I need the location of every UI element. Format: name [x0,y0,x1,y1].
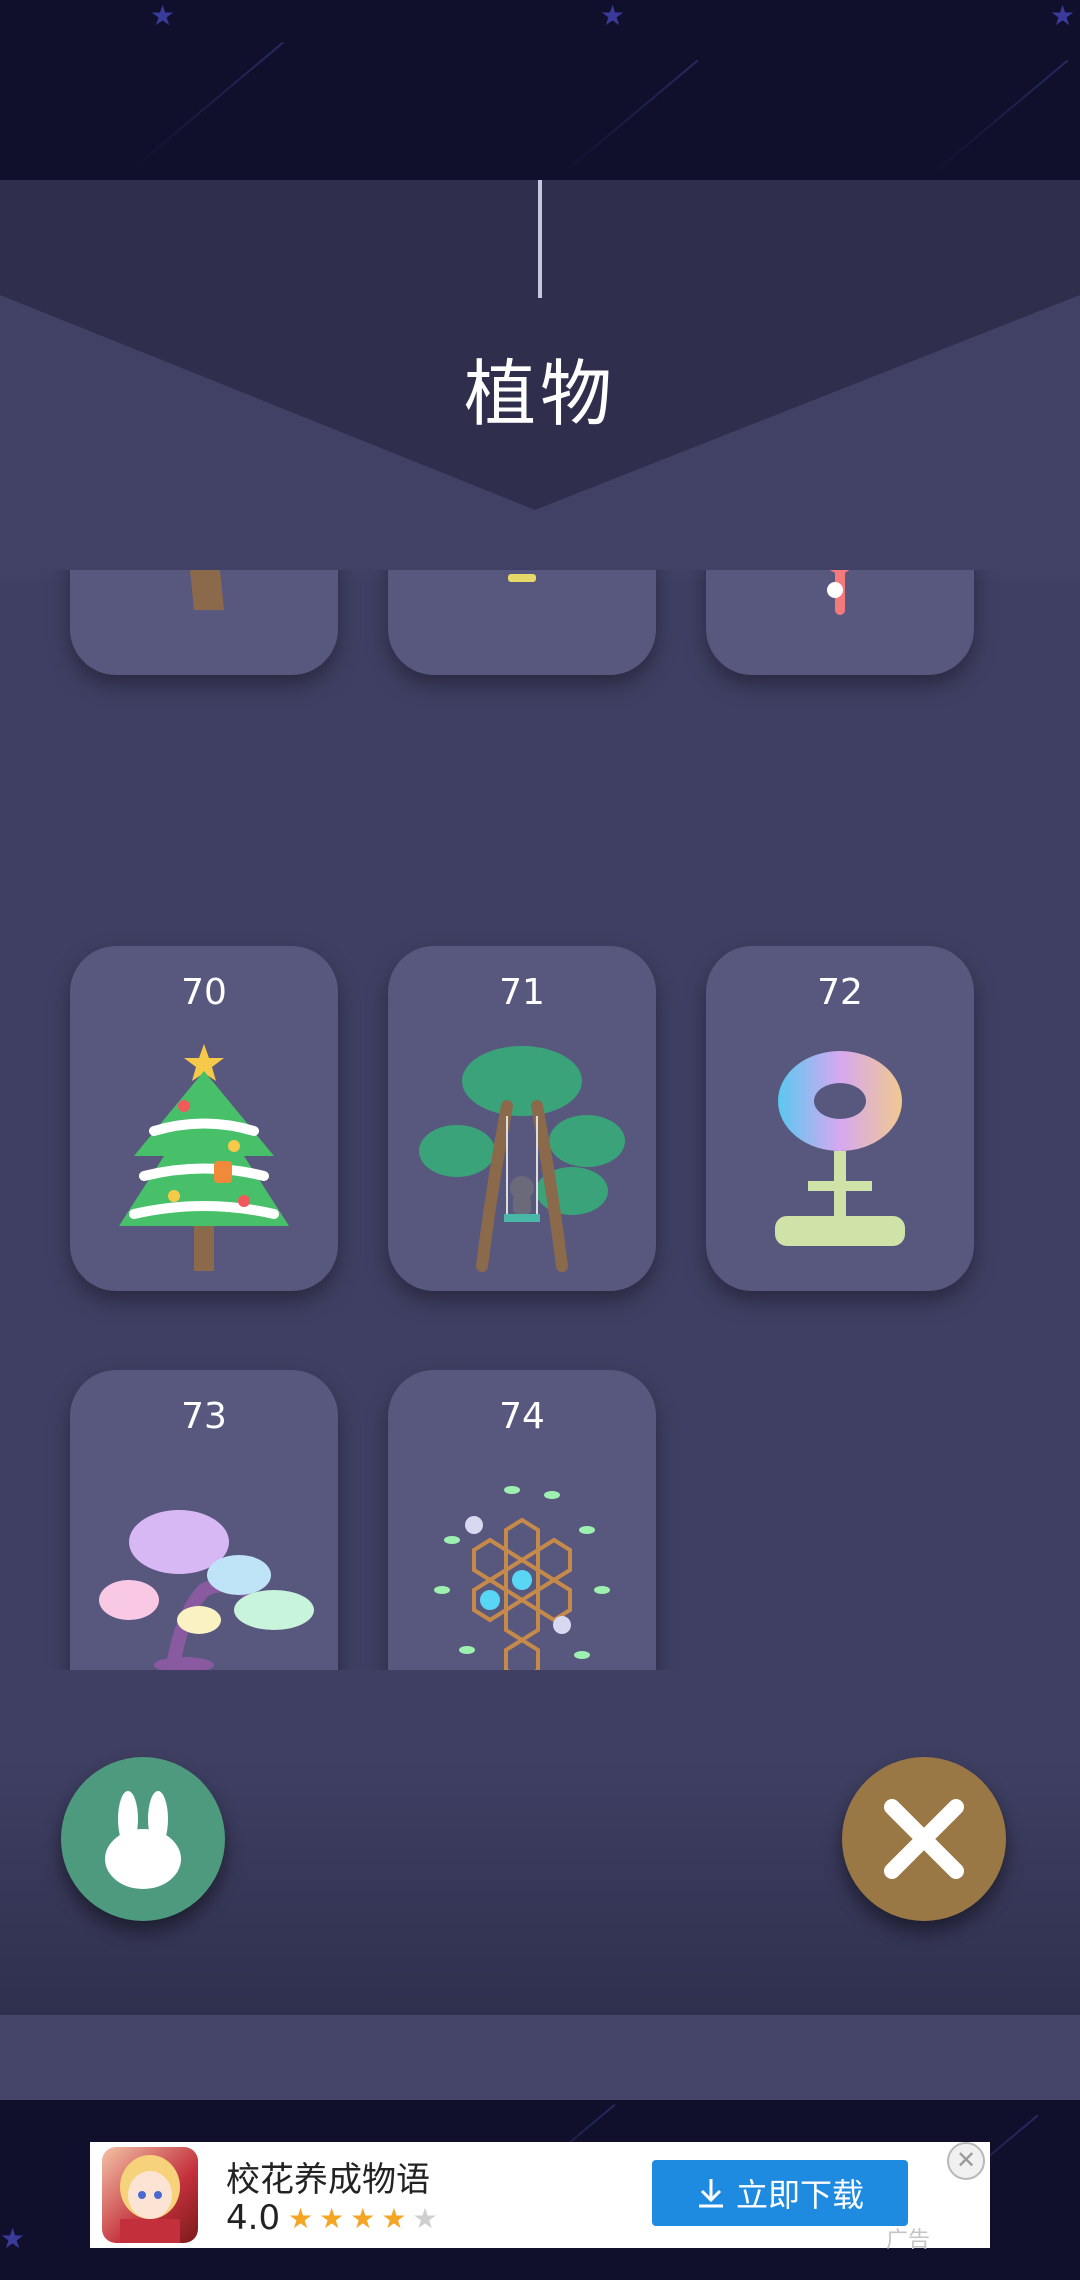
close-button[interactable] [842,1757,1006,1921]
palm-plant-icon [508,574,536,582]
starry-background-top: ★ ★ ★ [0,0,1080,180]
page-title: 植物 [463,352,616,436]
star-icon: ★ [350,2202,382,2235]
shooting-star [129,41,284,172]
tree-with-lights-icon [190,570,224,610]
plant-card-70[interactable]: 70 [70,946,338,1291]
ad-close-icon[interactable]: ✕ [947,2142,985,2180]
plant-card-73[interactable]: 73 [70,1370,338,1670]
plant-card-74[interactable]: 74 [388,1370,656,1670]
star-icon: ★ [381,2202,413,2235]
ad-label: 广告 [886,2228,931,2253]
swing-tree-icon [419,1046,625,1272]
rabbit-button[interactable] [61,1757,225,1921]
honeycomb-tree-icon [434,1486,610,1670]
plant-number: 74 [499,1396,545,1437]
shooting-star [559,59,699,177]
plant-number: 72 [817,972,863,1013]
star-icon: ★ [150,0,176,32]
ad-rating: 4.0 [226,2198,281,2238]
star-icon: ★ [600,0,626,32]
shooting-star [929,59,1069,177]
anime-girl-icon [120,2155,180,2243]
star-icon: ★ [1050,0,1076,32]
plants-panel: 植物 70 71 72 73 74 [0,180,1080,2015]
plant-number: 70 [181,972,227,1013]
plant-card-71[interactable]: 71 [388,946,656,1291]
panel-footer [0,2015,1080,2100]
coral-icon [827,570,850,615]
plant-card[interactable] [706,570,974,675]
plant-card[interactable] [70,570,338,675]
ad-rating-stars: ★★★★★ [288,2202,444,2235]
download-label: 立即下载 [735,2176,864,2214]
star-icon: ★ [412,2202,444,2235]
ad-banner[interactable]: 校花养成物语 4.0 ★★★★★ 立即下载 ✕ 广告 [90,2142,990,2253]
download-icon [698,2179,723,2208]
pixel-flower-icon [775,1051,905,1246]
star-icon: ★ [319,2202,351,2235]
cloud-bonsai-icon [99,1510,314,1670]
plant-number: 73 [181,1396,227,1437]
ad-app-icon[interactable] [102,2147,198,2243]
christmas-tree-icon [119,1044,289,1271]
plant-number: 71 [499,972,545,1013]
close-icon [884,1799,964,1879]
plant-card[interactable] [388,570,656,675]
ad-app-name: 校花养成物语 [226,2160,430,2200]
rabbit-icon [105,1791,181,1889]
plant-card-72[interactable]: 72 [706,946,974,1291]
star-icon: ★ [0,2222,26,2255]
star-icon: ★ [288,2202,320,2235]
download-button[interactable]: 立即下载 [652,2160,908,2226]
plant-grid[interactable]: 70 71 72 73 74 [0,570,1080,1670]
